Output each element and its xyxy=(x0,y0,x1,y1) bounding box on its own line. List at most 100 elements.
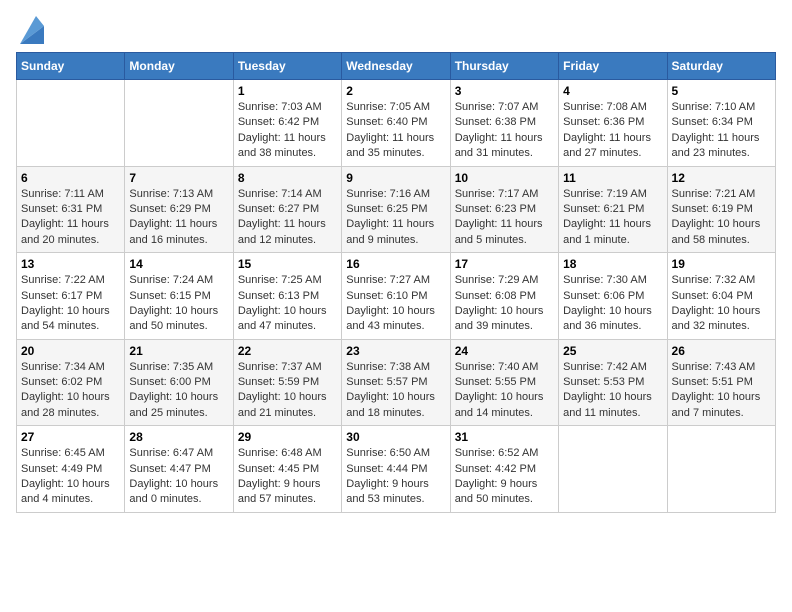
sunrise-text: Sunrise: 6:52 AM xyxy=(455,447,539,459)
day-number: 27 xyxy=(21,430,120,444)
sunset-text: Sunset: 6:42 PM xyxy=(238,116,319,128)
day-number: 11 xyxy=(563,171,662,185)
sunrise-text: Sunrise: 7:08 AM xyxy=(563,101,647,113)
sunrise-text: Sunrise: 7:40 AM xyxy=(455,361,539,373)
day-cell: 5 Sunrise: 7:10 AM Sunset: 6:34 PM Dayli… xyxy=(667,80,775,167)
day-cell: 18 Sunrise: 7:30 AM Sunset: 6:06 PM Dayl… xyxy=(559,253,667,340)
day-number: 19 xyxy=(672,257,771,271)
day-cell: 15 Sunrise: 7:25 AM Sunset: 6:13 PM Dayl… xyxy=(233,253,341,340)
sunset-text: Sunset: 6:06 PM xyxy=(563,290,644,302)
day-info: Sunrise: 7:10 AM Sunset: 6:34 PM Dayligh… xyxy=(672,100,771,162)
sunset-text: Sunset: 5:57 PM xyxy=(346,376,427,388)
day-number: 1 xyxy=(238,84,337,98)
sunrise-text: Sunrise: 7:38 AM xyxy=(346,361,430,373)
day-info: Sunrise: 7:38 AM Sunset: 5:57 PM Dayligh… xyxy=(346,360,445,422)
daylight-text: Daylight: 10 hours and 21 minutes. xyxy=(238,391,327,418)
day-cell: 1 Sunrise: 7:03 AM Sunset: 6:42 PM Dayli… xyxy=(233,80,341,167)
sunset-text: Sunset: 5:55 PM xyxy=(455,376,536,388)
sunset-text: Sunset: 6:38 PM xyxy=(455,116,536,128)
day-info: Sunrise: 7:21 AM Sunset: 6:19 PM Dayligh… xyxy=(672,187,771,249)
daylight-text: Daylight: 10 hours and 58 minutes. xyxy=(672,218,761,245)
daylight-text: Daylight: 10 hours and 4 minutes. xyxy=(21,478,110,505)
sunset-text: Sunset: 4:49 PM xyxy=(21,463,102,475)
day-info: Sunrise: 7:11 AM Sunset: 6:31 PM Dayligh… xyxy=(21,187,120,249)
day-header: Friday xyxy=(559,53,667,80)
day-info: Sunrise: 7:22 AM Sunset: 6:17 PM Dayligh… xyxy=(21,273,120,335)
sunrise-text: Sunrise: 6:45 AM xyxy=(21,447,105,459)
day-cell: 23 Sunrise: 7:38 AM Sunset: 5:57 PM Dayl… xyxy=(342,339,450,426)
daylight-text: Daylight: 9 hours and 50 minutes. xyxy=(455,478,538,505)
day-number: 22 xyxy=(238,344,337,358)
daylight-text: Daylight: 10 hours and 47 minutes. xyxy=(238,305,327,332)
daylight-text: Daylight: 9 hours and 57 minutes. xyxy=(238,478,321,505)
sunset-text: Sunset: 6:02 PM xyxy=(21,376,102,388)
day-header: Thursday xyxy=(450,53,558,80)
day-number: 18 xyxy=(563,257,662,271)
daylight-text: Daylight: 11 hours and 20 minutes. xyxy=(21,218,109,245)
daylight-text: Daylight: 10 hours and 14 minutes. xyxy=(455,391,544,418)
day-cell: 28 Sunrise: 6:47 AM Sunset: 4:47 PM Dayl… xyxy=(125,426,233,513)
day-cell: 22 Sunrise: 7:37 AM Sunset: 5:59 PM Dayl… xyxy=(233,339,341,426)
day-number: 29 xyxy=(238,430,337,444)
day-info: Sunrise: 7:40 AM Sunset: 5:55 PM Dayligh… xyxy=(455,360,554,422)
day-cell: 7 Sunrise: 7:13 AM Sunset: 6:29 PM Dayli… xyxy=(125,166,233,253)
day-header: Sunday xyxy=(17,53,125,80)
day-cell: 25 Sunrise: 7:42 AM Sunset: 5:53 PM Dayl… xyxy=(559,339,667,426)
day-header: Saturday xyxy=(667,53,775,80)
day-number: 20 xyxy=(21,344,120,358)
sunset-text: Sunset: 6:08 PM xyxy=(455,290,536,302)
day-info: Sunrise: 6:52 AM Sunset: 4:42 PM Dayligh… xyxy=(455,446,554,508)
sunrise-text: Sunrise: 7:03 AM xyxy=(238,101,322,113)
day-info: Sunrise: 7:43 AM Sunset: 5:51 PM Dayligh… xyxy=(672,360,771,422)
week-row: 20 Sunrise: 7:34 AM Sunset: 6:02 PM Dayl… xyxy=(17,339,776,426)
day-cell: 19 Sunrise: 7:32 AM Sunset: 6:04 PM Dayl… xyxy=(667,253,775,340)
day-info: Sunrise: 7:17 AM Sunset: 6:23 PM Dayligh… xyxy=(455,187,554,249)
week-row: 13 Sunrise: 7:22 AM Sunset: 6:17 PM Dayl… xyxy=(17,253,776,340)
daylight-text: Daylight: 11 hours and 31 minutes. xyxy=(455,132,543,159)
day-info: Sunrise: 7:07 AM Sunset: 6:38 PM Dayligh… xyxy=(455,100,554,162)
sunrise-text: Sunrise: 7:07 AM xyxy=(455,101,539,113)
daylight-text: Daylight: 10 hours and 11 minutes. xyxy=(563,391,652,418)
daylight-text: Daylight: 10 hours and 50 minutes. xyxy=(129,305,218,332)
day-number: 30 xyxy=(346,430,445,444)
day-header: Tuesday xyxy=(233,53,341,80)
sunrise-text: Sunrise: 7:22 AM xyxy=(21,274,105,286)
sunset-text: Sunset: 4:45 PM xyxy=(238,463,319,475)
day-cell: 29 Sunrise: 6:48 AM Sunset: 4:45 PM Dayl… xyxy=(233,426,341,513)
day-number: 31 xyxy=(455,430,554,444)
day-number: 23 xyxy=(346,344,445,358)
daylight-text: Daylight: 10 hours and 36 minutes. xyxy=(563,305,652,332)
sunrise-text: Sunrise: 7:10 AM xyxy=(672,101,756,113)
sunset-text: Sunset: 6:13 PM xyxy=(238,290,319,302)
day-header: Wednesday xyxy=(342,53,450,80)
day-info: Sunrise: 6:47 AM Sunset: 4:47 PM Dayligh… xyxy=(129,446,228,508)
day-number: 4 xyxy=(563,84,662,98)
day-number: 24 xyxy=(455,344,554,358)
daylight-text: Daylight: 10 hours and 28 minutes. xyxy=(21,391,110,418)
day-number: 21 xyxy=(129,344,228,358)
day-number: 26 xyxy=(672,344,771,358)
day-cell: 12 Sunrise: 7:21 AM Sunset: 6:19 PM Dayl… xyxy=(667,166,775,253)
day-cell: 8 Sunrise: 7:14 AM Sunset: 6:27 PM Dayli… xyxy=(233,166,341,253)
sunrise-text: Sunrise: 7:24 AM xyxy=(129,274,213,286)
sunrise-text: Sunrise: 7:13 AM xyxy=(129,188,213,200)
sunrise-text: Sunrise: 7:32 AM xyxy=(672,274,756,286)
day-info: Sunrise: 7:24 AM Sunset: 6:15 PM Dayligh… xyxy=(129,273,228,335)
day-info: Sunrise: 7:19 AM Sunset: 6:21 PM Dayligh… xyxy=(563,187,662,249)
daylight-text: Daylight: 11 hours and 27 minutes. xyxy=(563,132,651,159)
week-row: 6 Sunrise: 7:11 AM Sunset: 6:31 PM Dayli… xyxy=(17,166,776,253)
calendar-table: SundayMondayTuesdayWednesdayThursdayFrid… xyxy=(16,52,776,513)
daylight-text: Daylight: 11 hours and 16 minutes. xyxy=(129,218,217,245)
daylight-text: Daylight: 10 hours and 0 minutes. xyxy=(129,478,218,505)
sunset-text: Sunset: 5:53 PM xyxy=(563,376,644,388)
daylight-text: Daylight: 11 hours and 38 minutes. xyxy=(238,132,326,159)
sunrise-text: Sunrise: 6:48 AM xyxy=(238,447,322,459)
sunrise-text: Sunrise: 7:19 AM xyxy=(563,188,647,200)
day-cell: 4 Sunrise: 7:08 AM Sunset: 6:36 PM Dayli… xyxy=(559,80,667,167)
day-cell: 21 Sunrise: 7:35 AM Sunset: 6:00 PM Dayl… xyxy=(125,339,233,426)
day-cell: 24 Sunrise: 7:40 AM Sunset: 5:55 PM Dayl… xyxy=(450,339,558,426)
sunrise-text: Sunrise: 7:11 AM xyxy=(21,188,104,200)
day-info: Sunrise: 6:48 AM Sunset: 4:45 PM Dayligh… xyxy=(238,446,337,508)
sunset-text: Sunset: 6:36 PM xyxy=(563,116,644,128)
day-cell xyxy=(559,426,667,513)
